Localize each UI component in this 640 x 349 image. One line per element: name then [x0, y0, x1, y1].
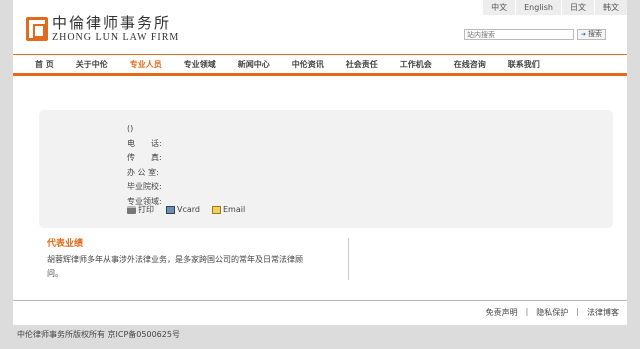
school-label: 毕业院校:	[127, 182, 162, 191]
lang-chinese[interactable]: 中文	[482, 0, 515, 15]
search-button-label: 搜索	[588, 30, 603, 38]
nav-item-careers[interactable]: 工作机会	[400, 59, 432, 70]
works-description: 胡蓉辉律师多年从事涉外法律业务，是多家跨国公司的常年及日常法律顾问。	[47, 255, 303, 278]
page-container: 中倫律师事务所 ZHONG LUN LAW FIRM 中文 English 日文…	[13, 0, 627, 325]
office-label: 办 公 室:	[127, 167, 159, 177]
nav-item-social-responsibility[interactable]: 社会责任	[346, 59, 378, 70]
profile-name: ()	[127, 124, 134, 133]
fax-label: 传 真:	[127, 153, 162, 162]
language-switcher: 中文 English 日文 韩文	[482, 0, 627, 15]
column-divider	[348, 238, 349, 280]
print-label: 打印	[138, 205, 154, 214]
footer-links: 免责声明 | 隐私保护 | 法律博客	[478, 307, 627, 318]
arrow-right-icon: ➔	[581, 31, 587, 38]
footer-divider	[13, 300, 627, 301]
profile-details: () 电 话: 传 真: 办 公 室: 毕业院校: 专业领域:	[127, 122, 162, 209]
works-title: 代表业绩	[47, 239, 84, 249]
representative-works: 代表业绩 胡蓉辉律师多年从事涉外法律业务，是多家跨国公司的常年及日常法律顾问。	[47, 238, 347, 281]
firm-logo[interactable]: 中倫律师事务所 ZHONG LUN LAW FIRM	[26, 15, 179, 43]
nav-item-contact[interactable]: 联系我们	[508, 59, 540, 70]
search-input[interactable]	[464, 29, 574, 40]
nav-item-publications[interactable]: 中伦资讯	[292, 59, 324, 70]
nav-item-practice-areas[interactable]: 专业领域	[184, 59, 216, 70]
copyright-notice: 中伦律师事务所版权所有 京ICP备0500625号	[17, 330, 180, 339]
vcard-icon	[166, 205, 175, 214]
profile-info-box: () 电 话: 传 真: 办 公 室: 毕业院校: 专业领域: 打印 Vcard…	[39, 110, 613, 228]
law-blog-link[interactable]: 法律博客	[579, 307, 627, 318]
profile-actions: 打印 Vcard Email	[127, 204, 257, 215]
email-icon	[212, 205, 221, 214]
logo-english-name: ZHONG LUN LAW FIRM	[52, 32, 180, 43]
search-button[interactable]: ➔ 搜索	[577, 29, 607, 40]
nav-item-home[interactable]: 首 页	[35, 59, 54, 70]
site-search: ➔ 搜索	[464, 29, 607, 40]
privacy-link[interactable]: 隐私保护	[528, 307, 576, 318]
lang-japanese[interactable]: 日文	[561, 0, 594, 15]
vcard-label: Vcard	[177, 205, 200, 214]
print-button[interactable]: 打印	[127, 204, 154, 215]
disclaimer-link[interactable]: 免责声明	[478, 307, 526, 318]
nav-item-professionals[interactable]: 专业人员	[130, 59, 162, 70]
main-nav: 首 页 关于中伦 专业人员 专业领域 新闻中心 中伦资讯 社会责任 工作机会 在…	[13, 54, 627, 76]
printer-icon	[127, 205, 136, 214]
logo-mark-icon	[26, 17, 48, 41]
logo-chinese-name: 中倫律师事务所	[52, 14, 172, 32]
nav-item-about[interactable]: 关于中伦	[76, 59, 108, 70]
lang-korean[interactable]: 韩文	[594, 0, 627, 15]
phone-label: 电 话:	[127, 138, 162, 148]
vcard-button[interactable]: Vcard	[166, 204, 200, 215]
email-label: Email	[223, 205, 246, 214]
nav-item-online-consult[interactable]: 在线咨询	[454, 59, 486, 70]
nav-item-news[interactable]: 新闻中心	[238, 59, 270, 70]
email-button[interactable]: Email	[212, 204, 245, 215]
lang-english[interactable]: English	[515, 0, 561, 15]
